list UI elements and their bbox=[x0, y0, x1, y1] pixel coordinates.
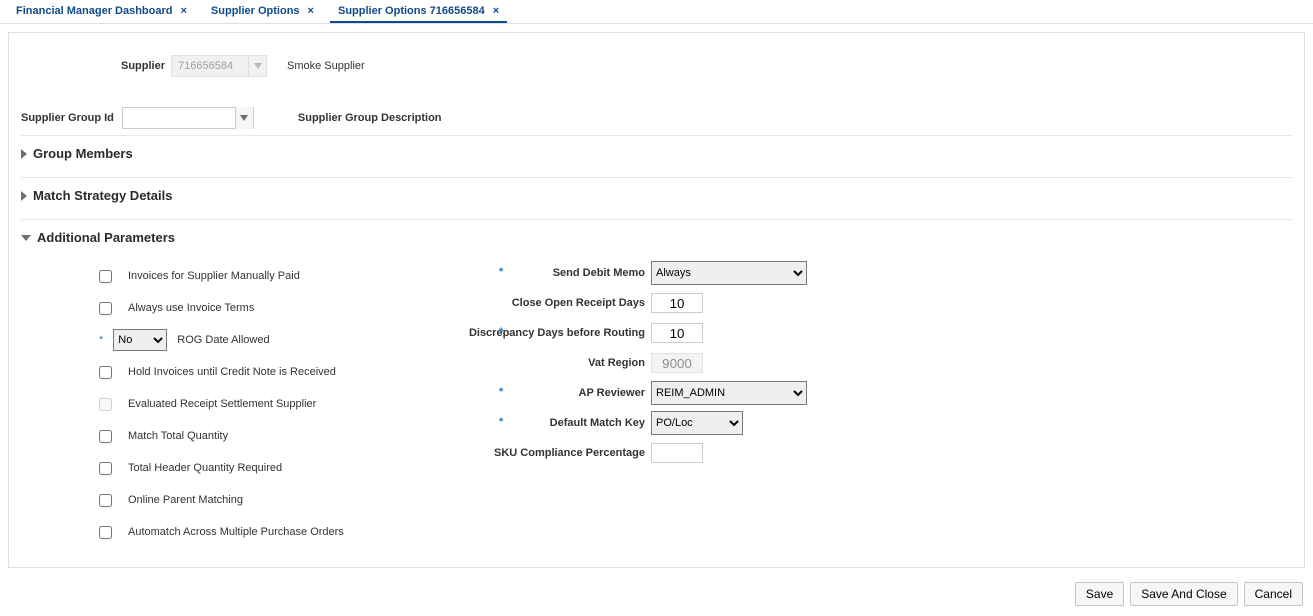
row-ers-supplier: Evaluated Receipt Settlement Supplier bbox=[81, 393, 421, 415]
chevron-down-icon bbox=[21, 235, 31, 241]
save-and-close-button[interactable]: Save And Close bbox=[1130, 582, 1237, 606]
required-icon: * bbox=[499, 416, 503, 428]
row-hold-invoices: Hold Invoices until Credit Note is Recei… bbox=[81, 361, 421, 383]
section-title: Match Strategy Details bbox=[33, 188, 172, 203]
required-icon: * bbox=[99, 334, 103, 346]
row-close-open-receipt-days: Close Open Receipt Days bbox=[451, 291, 871, 315]
chevron-down-icon[interactable] bbox=[235, 107, 253, 129]
cancel-button[interactable]: Cancel bbox=[1244, 582, 1303, 606]
input-vat-region bbox=[651, 353, 703, 373]
required-icon: * bbox=[499, 386, 503, 398]
label-match-total-qty: Match Total Quantity bbox=[128, 430, 228, 442]
supplier-id-value: 716656584 bbox=[172, 60, 248, 72]
section-header-match-strategy[interactable]: Match Strategy Details bbox=[21, 178, 1292, 213]
supplier-group-row: Supplier Group Id Supplier Group Descrip… bbox=[21, 107, 1292, 129]
supplier-group-id-label: Supplier Group Id bbox=[21, 112, 114, 124]
section-additional-parameters: Additional Parameters Invoices for Suppl… bbox=[21, 219, 1292, 563]
page-body: Supplier 716656584 Smoke Supplier Suppli… bbox=[8, 32, 1305, 568]
select-rog-date-allowed[interactable]: No bbox=[113, 329, 167, 351]
checkbox-match-total-qty[interactable] bbox=[99, 430, 112, 443]
supplier-id-dropdown: 716656584 bbox=[171, 55, 267, 77]
chevron-right-icon bbox=[21, 191, 27, 201]
checkbox-online-parent-matching[interactable] bbox=[99, 494, 112, 507]
required-icon: * bbox=[499, 266, 503, 278]
close-icon[interactable]: × bbox=[180, 5, 186, 17]
supplier-group-desc-label: Supplier Group Description bbox=[298, 112, 442, 124]
tab-supplier-options[interactable]: Supplier Options × bbox=[203, 1, 322, 23]
tab-supplier-options-detail[interactable]: Supplier Options 716656584 × bbox=[330, 1, 507, 23]
label-vat-region: Vat Region bbox=[451, 357, 651, 369]
required-icon: * bbox=[499, 326, 503, 338]
label-default-match-key: *Default Match Key bbox=[451, 417, 651, 429]
row-sku-compliance: SKU Compliance Percentage bbox=[451, 441, 871, 465]
params-left-column: Invoices for Supplier Manually Paid Alwa… bbox=[81, 255, 421, 553]
label-ap-reviewer: *AP Reviewer bbox=[451, 387, 651, 399]
params-right-column: *Send Debit Memo Always Close Open Recei… bbox=[451, 255, 871, 553]
label-hold-invoices: Hold Invoices until Credit Note is Recei… bbox=[128, 366, 336, 378]
row-send-debit-memo: *Send Debit Memo Always bbox=[451, 261, 871, 285]
tab-bar: Financial Manager Dashboard × Supplier O… bbox=[0, 0, 1313, 24]
select-default-match-key[interactable]: PO/Loc bbox=[651, 411, 743, 435]
checkbox-ers-supplier bbox=[99, 398, 112, 411]
row-online-parent-matching: Online Parent Matching bbox=[81, 489, 421, 511]
label-always-invoice-terms: Always use Invoice Terms bbox=[128, 302, 254, 314]
footer-buttons: Save Save And Close Cancel bbox=[0, 576, 1313, 616]
section-match-strategy: Match Strategy Details bbox=[21, 177, 1292, 213]
label-send-debit-memo: *Send Debit Memo bbox=[451, 267, 651, 279]
chevron-right-icon bbox=[21, 149, 27, 159]
checkbox-invoices-manually-paid[interactable] bbox=[99, 270, 112, 283]
checkbox-hold-invoices[interactable] bbox=[99, 366, 112, 379]
select-send-debit-memo[interactable]: Always bbox=[651, 261, 807, 285]
supplier-group-id-input[interactable] bbox=[123, 108, 235, 128]
supplier-label: Supplier bbox=[121, 60, 165, 72]
label-ers-supplier: Evaluated Receipt Settlement Supplier bbox=[128, 398, 316, 410]
row-match-total-qty: Match Total Quantity bbox=[81, 425, 421, 447]
chevron-down-icon bbox=[248, 55, 266, 77]
tab-label: Supplier Options bbox=[211, 5, 300, 17]
row-discrepancy-days: *Discrepancy Days before Routing bbox=[451, 321, 871, 345]
row-ap-reviewer: *AP Reviewer REIM_ADMIN bbox=[451, 381, 871, 405]
additional-parameters-body: Invoices for Supplier Manually Paid Alwa… bbox=[81, 255, 1292, 563]
section-header-additional-parameters[interactable]: Additional Parameters bbox=[21, 220, 1292, 255]
tab-label: Financial Manager Dashboard bbox=[16, 5, 172, 17]
tab-label: Supplier Options 716656584 bbox=[338, 5, 485, 17]
label-online-parent-matching: Online Parent Matching bbox=[128, 494, 243, 506]
label-total-header-qty: Total Header Quantity Required bbox=[128, 462, 282, 474]
row-rog-date-allowed: * No ROG Date Allowed bbox=[81, 329, 421, 351]
checkbox-total-header-qty[interactable] bbox=[99, 462, 112, 475]
tab-financial-manager-dashboard[interactable]: Financial Manager Dashboard × bbox=[8, 1, 195, 23]
input-close-open-receipt-days[interactable] bbox=[651, 293, 703, 313]
row-invoices-manually-paid: Invoices for Supplier Manually Paid bbox=[81, 265, 421, 287]
close-icon[interactable]: × bbox=[308, 5, 314, 17]
supplier-name: Smoke Supplier bbox=[287, 60, 365, 72]
section-group-members: Group Members bbox=[21, 135, 1292, 171]
row-always-invoice-terms: Always use Invoice Terms bbox=[81, 297, 421, 319]
label-automatch-across-po: Automatch Across Multiple Purchase Order… bbox=[128, 526, 344, 538]
label-rog-date-allowed: ROG Date Allowed bbox=[177, 334, 269, 346]
label-invoices-manually-paid: Invoices for Supplier Manually Paid bbox=[128, 270, 300, 282]
checkbox-always-invoice-terms[interactable] bbox=[99, 302, 112, 315]
section-title: Additional Parameters bbox=[37, 230, 175, 245]
input-discrepancy-days[interactable] bbox=[651, 323, 703, 343]
section-title: Group Members bbox=[33, 146, 133, 161]
row-total-header-qty: Total Header Quantity Required bbox=[81, 457, 421, 479]
section-header-group-members[interactable]: Group Members bbox=[21, 136, 1292, 171]
select-ap-reviewer[interactable]: REIM_ADMIN bbox=[651, 381, 807, 405]
label-sku-compliance: SKU Compliance Percentage bbox=[451, 447, 651, 459]
save-button[interactable]: Save bbox=[1075, 582, 1124, 606]
supplier-row: Supplier 716656584 Smoke Supplier bbox=[121, 55, 1292, 77]
row-default-match-key: *Default Match Key PO/Loc bbox=[451, 411, 871, 435]
input-sku-compliance[interactable] bbox=[651, 443, 703, 463]
row-vat-region: Vat Region bbox=[451, 351, 871, 375]
label-close-open-receipt-days: Close Open Receipt Days bbox=[451, 297, 651, 309]
row-automatch-across-po: Automatch Across Multiple Purchase Order… bbox=[81, 521, 421, 543]
close-icon[interactable]: × bbox=[493, 5, 499, 17]
checkbox-automatch-across-po[interactable] bbox=[99, 526, 112, 539]
label-discrepancy-days: *Discrepancy Days before Routing bbox=[451, 327, 651, 339]
supplier-group-id-combo[interactable] bbox=[122, 107, 254, 129]
